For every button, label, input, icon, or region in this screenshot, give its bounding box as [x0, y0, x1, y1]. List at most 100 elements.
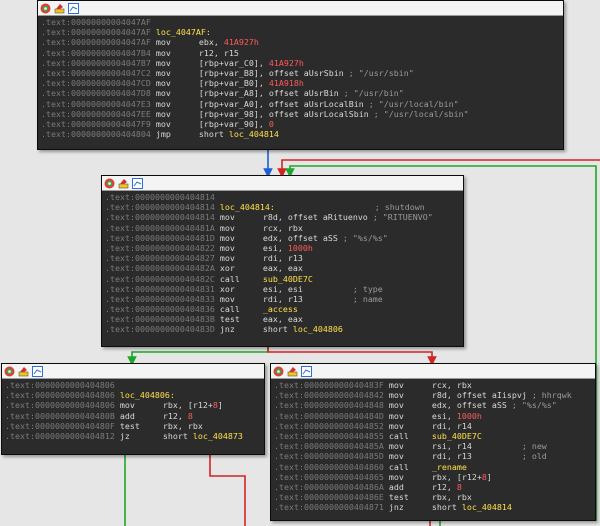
asm-line[interactable]: .text:00000000004047F9 mov [rbp+var_90], …	[41, 119, 563, 129]
asm-line[interactable]: .text:000000000040480B add r12, 8	[5, 411, 264, 421]
asm-line[interactable]: .text:0000000000404833 mov rdi, r13 ; nam…	[105, 294, 463, 304]
asm-line[interactable]: .text:0000000000404852 mov rdi, r14	[274, 421, 595, 431]
asm-label[interactable]: loc_404806	[293, 324, 343, 334]
code-block-loc-40483f[interactable]: .text:000000000040483F mov rcx, rbx .text:…	[270, 363, 596, 521]
asm-line[interactable]: .text:0000000000404806 mov rbx, [r12+8]	[5, 400, 264, 410]
asm-label[interactable]: loc_404873	[193, 431, 243, 441]
asm-address: .text:00000000004047CD	[41, 78, 151, 89]
color-palette-icon[interactable]	[40, 3, 51, 14]
asm-label[interactable]: loc_404814:	[220, 202, 275, 212]
asm-address: .text:00000000004047B7	[41, 57, 151, 68]
asm-mnemonic: mov	[155, 37, 171, 48]
asm-label[interactable]: _access	[263, 304, 298, 314]
asm-line[interactable]: .text:0000000000404806 loc_404806:	[5, 390, 264, 400]
asm-operand: rbx, [r12+	[162, 400, 213, 411]
graph-view-icon[interactable]	[301, 365, 312, 377]
asm-label[interactable]: loc_404814	[462, 502, 512, 512]
asm-comment: ; new	[521, 441, 547, 452]
asm-line[interactable]: .text:000000000040481A mov rcx, rbx	[105, 223, 463, 233]
asm-address: .text:000000000040482A	[105, 263, 215, 274]
asm-line[interactable]: .text:00000000004047CD mov [rbp+var_B0], …	[41, 78, 563, 88]
asm-line[interactable]: .text:000000000040486A add r12, 8	[274, 482, 595, 492]
asm-label[interactable]: loc_404806:	[120, 390, 175, 400]
rename-icon[interactable]	[54, 3, 65, 14]
asm-line[interactable]: .text:00000000004047C2 mov [rbp+var_B8], …	[41, 68, 563, 78]
asm-line[interactable]: .text:0000000000404865 mov rbx, [r12+8]	[274, 472, 595, 482]
rename-icon[interactable]	[287, 366, 298, 377]
code-block-loc-404814[interactable]: .text:0000000000404814 .text:00000000004…	[101, 175, 464, 347]
asm-operand: eax, eax	[262, 314, 303, 325]
asm-line[interactable]: .text:00000000004047EE mov [rbp+var_98], …	[41, 109, 563, 119]
graph-view-icon[interactable]	[68, 2, 79, 14]
asm-comment: ; "/usr/sbin"	[348, 67, 414, 78]
asm-label[interactable]: sub_40DE7C	[263, 274, 313, 284]
color-palette-icon[interactable]	[104, 178, 115, 189]
asm-line[interactable]: .text:0000000000404871 jnz short loc_4048…	[274, 502, 595, 512]
asm-line[interactable]: .text:0000000000404836 call _access	[105, 304, 463, 314]
asm-line[interactable]: .text:0000000000404848 mov edx, offset aS…	[274, 400, 595, 410]
asm-line[interactable]: .text:00000000004047AF mov ebx, 41A927h	[41, 37, 563, 47]
asm-address: .text:0000000000404852	[274, 420, 384, 431]
asm-operand: rdi, r13	[262, 293, 353, 304]
asm-address: .text:0000000000404833	[105, 293, 215, 304]
asm-address: .text:000000000040486E	[274, 492, 384, 503]
color-palette-icon[interactable]	[273, 366, 284, 377]
asm-line[interactable]: .text:0000000000404814	[105, 192, 463, 202]
asm-line[interactable]: .text:000000000040483B test eax, eax	[105, 314, 463, 324]
asm-address: .text:000000000040485D	[274, 451, 384, 462]
asm-mnemonic: call	[388, 461, 409, 472]
code-block-loc-4047af[interactable]: .text:00000000004047AF .text:00000000004…	[37, 0, 564, 150]
asm-address: .text:0000000000404814	[105, 202, 215, 213]
graph-view-icon[interactable]	[132, 177, 143, 189]
asm-line[interactable]: .text:0000000000404806	[5, 380, 264, 390]
asm-label[interactable]: _rename	[432, 462, 467, 472]
asm-line[interactable]: .text:000000000040483F mov rcx, rbx	[274, 380, 595, 390]
asm-line[interactable]: .text:00000000004047B7 mov [rbp+var_C0], …	[41, 58, 563, 68]
asm-comment: ; type	[352, 283, 383, 294]
asm-mnemonic: test	[219, 314, 240, 325]
asm-line[interactable]: .text:000000000040486E test rbx, rbx	[274, 492, 595, 502]
asm-address: .text:00000000004047EE	[41, 108, 151, 119]
asm-line[interactable]: .text:000000000040485A mov rsi, r14 ; new	[274, 441, 595, 451]
asm-line[interactable]: .text:00000000004047B4 mov r12, r15	[41, 48, 563, 58]
asm-line[interactable]: .text:000000000040483D jnz short loc_4048…	[105, 324, 463, 334]
rename-icon[interactable]	[18, 366, 29, 377]
block-code: .text:0000000000404806 .text:00000000004…	[2, 379, 264, 442]
asm-mnemonic: mov	[155, 98, 171, 109]
asm-mnemonic: mov	[388, 471, 404, 482]
asm-label[interactable]: loc_4047AF:	[156, 27, 211, 37]
rename-icon[interactable]	[118, 178, 129, 189]
code-block-loc-404806[interactable]: .text:0000000000404806 .text:00000000004…	[1, 363, 265, 455]
asm-line[interactable]: .text:000000000040482A xor eax, eax	[105, 263, 463, 273]
asm-line[interactable]: .text:000000000040484D mov esi, 1000h	[274, 411, 595, 421]
graph-view-icon[interactable]	[32, 365, 43, 377]
asm-line[interactable]: .text:00000000004047D8 mov [rbp+var_A8], …	[41, 88, 563, 98]
asm-line[interactable]: .text:000000000040482C call sub_40DE7C	[105, 274, 463, 284]
asm-line[interactable]: .text:000000000040485D mov rdi, r13 ; old	[274, 451, 595, 461]
asm-mnemonic: add	[388, 481, 404, 492]
asm-line[interactable]: .text:000000000040481D mov edx, offset aS…	[105, 233, 463, 243]
asm-mnemonic: mov	[119, 400, 135, 411]
asm-label[interactable]: sub_40DE7C	[432, 431, 482, 441]
asm-line[interactable]: .text:0000000000404855 call sub_40DE7C	[274, 431, 595, 441]
asm-line[interactable]: .text:000000000040480F test rbx, rbx	[5, 421, 264, 431]
asm-line[interactable]: .text:0000000000404804 jmp short loc_4048…	[41, 129, 563, 139]
asm-line[interactable]: .text:0000000000404822 mov esi, 1000h	[105, 243, 463, 253]
asm-line[interactable]: .text:0000000000404812 jz short loc_40487…	[5, 431, 264, 441]
asm-operand: edx, offset aSS	[431, 400, 512, 411]
asm-mnemonic: test	[119, 420, 140, 431]
color-palette-icon[interactable]	[4, 366, 15, 377]
asm-line[interactable]: .text:00000000004047AF	[41, 17, 563, 27]
asm-line[interactable]: .text:0000000000404827 mov rdi, r13	[105, 253, 463, 263]
asm-line[interactable]: .text:0000000000404814 loc_404814: ; shu…	[105, 202, 463, 212]
block-code: .text:0000000000404814 .text:00000000004…	[102, 191, 463, 336]
asm-line[interactable]: .text:00000000004047E3 mov [rbp+var_A0], …	[41, 99, 563, 109]
asm-label[interactable]: loc_404814	[229, 129, 279, 139]
asm-line[interactable]: .text:00000000004047AF loc_4047AF:	[41, 27, 563, 37]
asm-line[interactable]: .text:0000000000404842 mov r8d, offset aI…	[274, 390, 595, 400]
asm-line[interactable]: .text:0000000000404860 call _rename	[274, 462, 595, 472]
asm-line[interactable]: .text:0000000000404814 mov r8d, offset aR…	[105, 212, 463, 222]
asm-operand: [rbp+var_98], offset aUsrLocalSbin	[198, 108, 374, 119]
asm-line[interactable]: .text:0000000000404831 xor esi, esi ; typ…	[105, 284, 463, 294]
asm-address: .text:0000000000404860	[274, 461, 384, 472]
